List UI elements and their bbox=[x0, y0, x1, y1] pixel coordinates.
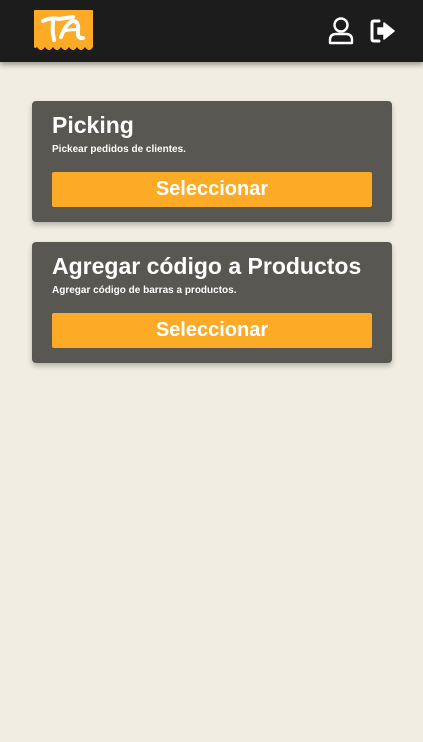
select-add-code-button[interactable]: Seleccionar bbox=[52, 313, 372, 348]
card-title: Agregar código a Productos bbox=[52, 253, 362, 279]
option-card-add-code: Agregar código a Productos Agregar códig… bbox=[32, 242, 392, 363]
option-card-picking: Picking Pickear pedidos de clientes. Sel… bbox=[32, 101, 392, 222]
select-picking-button[interactable]: Seleccionar bbox=[52, 172, 372, 207]
card-description: Agregar código de barras a productos. bbox=[52, 285, 237, 296]
logout-icon[interactable] bbox=[370, 17, 396, 45]
user-icon[interactable] bbox=[328, 17, 354, 45]
card-title: Picking bbox=[52, 112, 134, 138]
brand-logo-icon[interactable] bbox=[33, 9, 94, 53]
card-description: Pickear pedidos de clientes. bbox=[52, 144, 186, 155]
top-bar bbox=[0, 0, 423, 62]
